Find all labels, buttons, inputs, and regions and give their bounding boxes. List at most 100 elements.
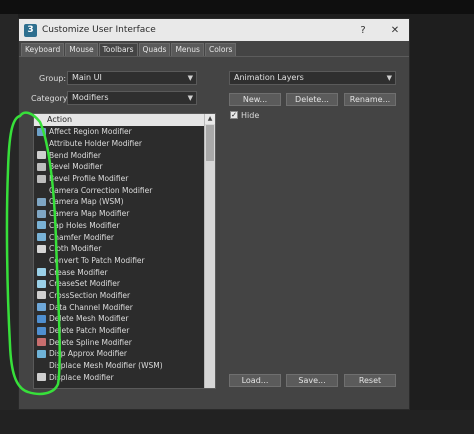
list-item[interactable]: Chamfer Modifier <box>34 231 204 243</box>
list-item-label: Cloth Modifier <box>49 244 102 254</box>
toolbar-value: Animation Layers <box>234 73 304 82</box>
tab-bar: Keyboard Mouse Toolbars Quads Menus Colors <box>21 43 237 57</box>
list-item-label: Attribute Holder Modifier <box>49 139 142 149</box>
empty-icon <box>37 140 46 148</box>
list-item-label: Crease Modifier <box>49 267 108 277</box>
scrollbar-thumb[interactable] <box>206 125 214 161</box>
list-item-label: Data Channel Modifier <box>49 302 133 312</box>
list-item-label: Bend Modifier <box>49 150 101 160</box>
list-item[interactable]: Data Channel Modifier <box>34 301 204 313</box>
camera-map-icon <box>37 209 46 218</box>
load-button[interactable]: Load... <box>229 374 281 387</box>
cap-holes-icon <box>37 221 46 230</box>
save-button[interactable]: Save... <box>286 374 338 387</box>
list-item[interactable]: Bevel Modifier <box>34 161 204 173</box>
list-header-action[interactable]: Action <box>34 114 204 126</box>
list-item-label: Delete Patch Modifier <box>49 326 130 336</box>
group-dropdown[interactable]: Main UI ▼ <box>67 71 197 85</box>
tab-keyboard[interactable]: Keyboard <box>21 43 65 57</box>
tab-menus[interactable]: Menus <box>171 43 204 57</box>
list-item[interactable]: Cap Holes Modifier <box>34 220 204 232</box>
desktop-bottom-strip <box>0 410 474 434</box>
list-item[interactable]: Delete Mesh Modifier <box>34 313 204 325</box>
tab-mouse[interactable]: Mouse <box>65 43 98 57</box>
list-item-label: CreaseSet Modifier <box>49 279 120 289</box>
delete-mesh-icon <box>37 314 46 323</box>
list-item[interactable]: Delete Spline Modifier <box>34 336 204 348</box>
list-item-label: Displace Mesh Modifier (WSM) <box>49 361 163 371</box>
reset-button[interactable]: Reset <box>344 374 396 387</box>
new-button[interactable]: New... <box>229 93 281 106</box>
list-item[interactable]: Cloth Modifier <box>34 243 204 255</box>
list-item[interactable]: Camera Map (WSM) <box>34 196 204 208</box>
action-list[interactable]: Action Affect Region Modifier Attribute H… <box>33 113 216 389</box>
list-item[interactable]: Bevel Profile Modifier <box>34 173 204 185</box>
category-dropdown[interactable]: Modifiers ▼ <box>67 91 197 105</box>
group-value: Main UI <box>72 73 102 82</box>
list-item[interactable]: Crease Modifier <box>34 266 204 278</box>
chamfer-icon <box>37 233 46 242</box>
list-item-label: Camera Map (WSM) <box>49 197 124 207</box>
empty-icon <box>37 186 46 194</box>
window-title: Customize User Interface <box>42 25 156 35</box>
bend-icon <box>37 151 46 160</box>
title-bar[interactable]: 3 Customize User Interface ? ✕ <box>19 19 409 41</box>
rename-button[interactable]: Rename... <box>344 93 396 106</box>
camera-map-wsm-icon <box>37 197 46 206</box>
list-item[interactable]: Displace Mesh Modifier (WSM) <box>34 360 204 372</box>
bevel-profile-icon <box>37 174 46 183</box>
action-list-rows: Affect Region Modifier Attribute Holder M… <box>34 126 204 383</box>
list-item[interactable]: Bend Modifier <box>34 149 204 161</box>
list-item-label: Convert To Patch Modifier <box>49 255 145 265</box>
displace-icon <box>37 373 46 382</box>
list-item-label: Bevel Modifier <box>49 162 103 172</box>
group-label: Group: <box>39 74 67 83</box>
tab-toolbars[interactable]: Toolbars <box>98 43 138 57</box>
list-item[interactable]: Displace Modifier <box>34 371 204 383</box>
list-item-label: CrossSection Modifier <box>49 290 131 300</box>
hide-label: Hide <box>241 111 260 120</box>
list-item-label: Camera Correction Modifier <box>49 185 153 195</box>
customize-ui-dialog: 3 Customize User Interface ? ✕ Keyboard M… <box>18 18 410 410</box>
category-label: Category: <box>31 94 70 103</box>
list-item[interactable]: Disp Approx Modifier <box>34 348 204 360</box>
list-item[interactable]: Camera Map Modifier <box>34 208 204 220</box>
empty-icon <box>37 256 46 264</box>
list-item[interactable]: Affect Region Modifier <box>34 126 204 138</box>
list-item[interactable]: CreaseSet Modifier <box>34 278 204 290</box>
list-item-label: Disp Approx Modifier <box>49 349 127 359</box>
delete-button[interactable]: Delete... <box>286 93 338 106</box>
hide-checkbox[interactable]: ✓ <box>230 111 238 119</box>
desktop-top-strip <box>0 0 474 14</box>
list-item[interactable]: CrossSection Modifier <box>34 290 204 302</box>
toolbar-dropdown[interactable]: Animation Layers ▼ <box>229 71 396 85</box>
list-item-label: Affect Region Modifier <box>49 127 132 137</box>
list-item-label: Bevel Profile Modifier <box>49 174 129 184</box>
cloth-icon <box>37 244 46 253</box>
data-channel-icon <box>37 303 46 312</box>
list-item[interactable]: Convert To Patch Modifier <box>34 255 204 267</box>
bevel-icon <box>37 162 46 171</box>
list-item[interactable]: Attribute Holder Modifier <box>34 138 204 150</box>
close-button[interactable]: ✕ <box>381 19 409 41</box>
list-item-label: Displace Modifier <box>49 372 114 382</box>
list-scrollbar[interactable]: ▲ <box>204 114 215 388</box>
delete-patch-icon <box>37 326 46 335</box>
list-item-label: Cap Holes Modifier <box>49 220 120 230</box>
list-item[interactable]: Camera Correction Modifier <box>34 184 204 196</box>
dropdown-arrow-icon: ▼ <box>187 74 193 82</box>
help-button[interactable]: ? <box>349 19 377 41</box>
list-item[interactable]: Delete Patch Modifier <box>34 325 204 337</box>
empty-icon <box>37 362 46 370</box>
list-item-label: Delete Mesh Modifier <box>49 314 129 324</box>
tab-colors[interactable]: Colors <box>204 43 237 57</box>
dropdown-arrow-icon: ▼ <box>386 74 392 82</box>
list-item-label: Chamfer Modifier <box>49 232 114 242</box>
dropdown-arrow-icon: ▼ <box>187 94 193 102</box>
list-item-label: Camera Map Modifier <box>49 209 130 219</box>
desktop-left-strip <box>0 14 18 434</box>
crease-icon <box>37 268 46 277</box>
category-value: Modifiers <box>72 93 109 102</box>
tab-quads[interactable]: Quads <box>138 43 171 57</box>
scroll-up-icon[interactable]: ▲ <box>205 114 215 124</box>
